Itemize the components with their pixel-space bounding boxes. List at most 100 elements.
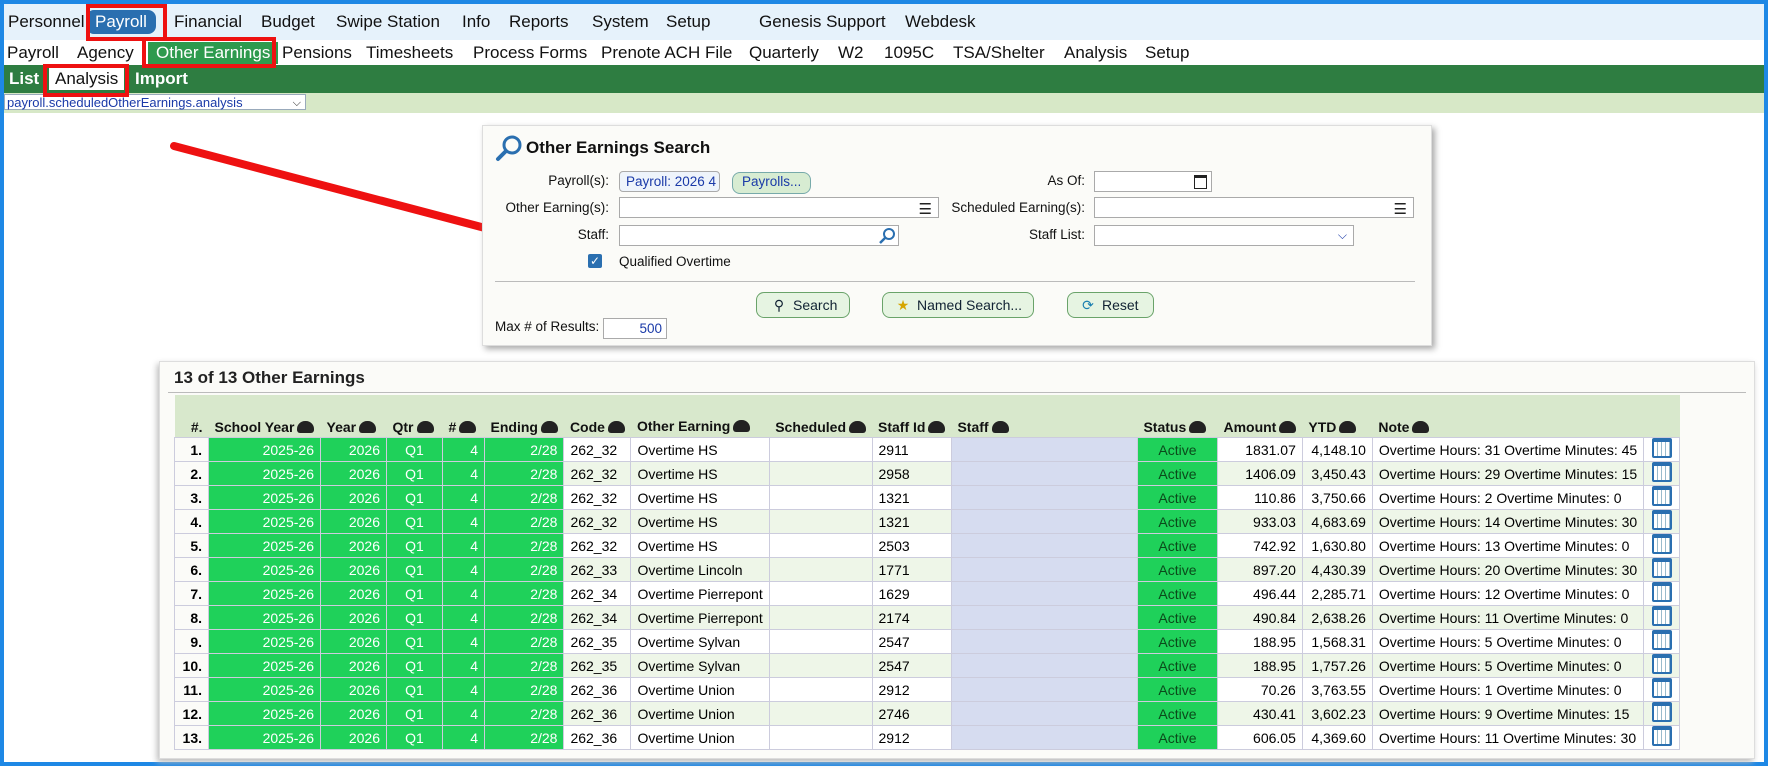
sort-icon[interactable]: [928, 421, 946, 433]
subnav-prenote-ach-file[interactable]: Prenote ACH File: [601, 43, 732, 63]
subnav-setup[interactable]: Setup: [1145, 43, 1189, 63]
calendar-grid-icon[interactable]: [1651, 702, 1672, 722]
subnav-other-earnings[interactable]: Other Earnings: [148, 42, 279, 64]
table-row[interactable]: 11. 2025-26 2026 Q1 4 2/28 262_36 Overtime Unio…: [174, 677, 1681, 702]
nav-payroll[interactable]: Payroll: [86, 10, 156, 34]
subnav-timesheets[interactable]: Timesheets: [366, 43, 453, 63]
tab-import[interactable]: Import: [135, 69, 188, 89]
staff-field[interactable]: [619, 225, 899, 246]
nav-info[interactable]: Info: [462, 12, 490, 32]
calendar-icon[interactable]: [1194, 175, 1207, 189]
col-code[interactable]: Code: [563, 395, 631, 438]
nav-system[interactable]: System: [592, 12, 649, 32]
scheduled-earnings-field[interactable]: ☰: [1094, 197, 1414, 218]
other-earnings-field[interactable]: ☰: [619, 197, 939, 218]
subnav-process-forms[interactable]: Process Forms: [473, 43, 587, 63]
table-row[interactable]: 1. 2025-26 2026 Q1 4 2/28 262_32 Overtime HS 291…: [174, 437, 1681, 462]
staff-list-select[interactable]: ⌵: [1094, 225, 1354, 246]
sort-icon[interactable]: [1279, 421, 1297, 433]
calendar-grid-icon[interactable]: [1651, 606, 1672, 626]
calendar-grid-icon[interactable]: [1651, 558, 1672, 578]
note-cell: Overtime Hours: 13 Overtime Minutes: 0: [1371, 533, 1645, 558]
page-path-select[interactable]: payroll.scheduledOtherEarnings.analysis …: [4, 94, 306, 110]
sort-icon[interactable]: [1412, 421, 1430, 433]
col-ending[interactable]: Ending: [484, 395, 564, 438]
col-amount[interactable]: Amount: [1217, 395, 1303, 438]
calendar-grid-icon[interactable]: [1651, 510, 1672, 530]
qualified-overtime-checkbox[interactable]: ✓: [588, 254, 602, 268]
calendar-grid-icon[interactable]: [1651, 438, 1672, 458]
calendar-grid-icon[interactable]: [1651, 582, 1672, 602]
subnav-tsa-shelter[interactable]: TSA/Shelter: [953, 43, 1045, 63]
subnav-quarterly[interactable]: Quarterly: [749, 43, 819, 63]
calendar-grid-icon[interactable]: [1651, 462, 1672, 482]
col-other-earning[interactable]: Other Earning: [630, 395, 770, 438]
subnav-payroll[interactable]: Payroll: [7, 43, 59, 63]
col-note[interactable]: Note: [1372, 395, 1644, 438]
col-staff[interactable]: Staff: [951, 395, 1138, 438]
subnav-pensions[interactable]: Pensions: [282, 43, 352, 63]
search-button[interactable]: ⚲ Search: [756, 292, 850, 318]
calendar-grid-icon[interactable]: [1651, 726, 1672, 746]
calendar-grid-icon[interactable]: [1651, 630, 1672, 650]
col-number[interactable]: #: [442, 395, 485, 438]
payrolls-value[interactable]: Payroll: 2026 4: [619, 171, 720, 192]
sort-icon[interactable]: [849, 421, 867, 433]
subnav-w2[interactable]: W2: [838, 43, 864, 63]
calendar-grid-icon[interactable]: [1651, 654, 1672, 674]
col-school-year[interactable]: School Year: [208, 395, 321, 438]
sort-icon[interactable]: [991, 421, 1009, 433]
table-row[interactable]: 7. 2025-26 2026 Q1 4 2/28 262_34 Overtime Pierr…: [174, 581, 1681, 606]
search-icon[interactable]: [878, 227, 896, 245]
sort-icon[interactable]: [459, 421, 477, 433]
nav-budget[interactable]: Budget: [261, 12, 315, 32]
list-icon[interactable]: ☰: [919, 200, 932, 219]
nav-setup[interactable]: Setup: [666, 12, 710, 32]
sort-icon[interactable]: [416, 421, 434, 433]
subnav-1095c[interactable]: 1095C: [884, 43, 934, 63]
tab-analysis[interactable]: Analysis: [49, 68, 125, 90]
payroll-number-cell: 4: [442, 629, 485, 654]
nav-reports[interactable]: Reports: [509, 12, 569, 32]
table-row[interactable]: 5. 2025-26 2026 Q1 4 2/28 262_32 Overtime HS 250…: [174, 533, 1681, 558]
subnav-agency[interactable]: Agency: [77, 43, 134, 63]
list-icon[interactable]: ☰: [1394, 200, 1407, 219]
sort-icon[interactable]: [1339, 421, 1357, 433]
table-row[interactable]: 8. 2025-26 2026 Q1 4 2/28 262_34 Overtime Pierr…: [174, 605, 1681, 630]
table-row[interactable]: 3. 2025-26 2026 Q1 4 2/28 262_32 Overtime HS 132…: [174, 485, 1681, 510]
nav-swipe-station[interactable]: Swipe Station: [336, 12, 440, 32]
calendar-grid-icon[interactable]: [1651, 678, 1672, 698]
table-row[interactable]: 6. 2025-26 2026 Q1 4 2/28 262_33 Overtime Linco…: [174, 557, 1681, 582]
calendar-grid-icon[interactable]: [1651, 534, 1672, 554]
col-year[interactable]: Year: [320, 395, 387, 438]
table-row[interactable]: 10. 2025-26 2026 Q1 4 2/28 262_35 Overtime Sylv…: [174, 653, 1681, 678]
col-staff-id[interactable]: Staff Id: [872, 395, 952, 438]
col-qtr[interactable]: Qtr: [386, 395, 443, 438]
max-results-field[interactable]: 500: [603, 318, 667, 339]
table-row[interactable]: 2. 2025-26 2026 Q1 4 2/28 262_32 Overtime HS 295…: [174, 461, 1681, 486]
table-row[interactable]: 9. 2025-26 2026 Q1 4 2/28 262_35 Overtime Sylva…: [174, 629, 1681, 654]
tab-list[interactable]: List: [9, 69, 39, 89]
nav-personnel[interactable]: Personnel: [8, 12, 85, 32]
table-row[interactable]: 4. 2025-26 2026 Q1 4 2/28 262_32 Overtime HS 132…: [174, 509, 1681, 534]
calendar-grid-icon[interactable]: [1651, 486, 1672, 506]
sort-icon[interactable]: [733, 420, 751, 432]
sort-icon[interactable]: [607, 421, 625, 433]
sort-icon[interactable]: [359, 421, 377, 433]
col-scheduled[interactable]: Scheduled: [769, 395, 873, 438]
sort-icon[interactable]: [1189, 421, 1207, 433]
named-search-button[interactable]: ★ Named Search...: [882, 292, 1034, 318]
nav-financial[interactable]: Financial: [174, 12, 242, 32]
col-ytd[interactable]: YTD: [1302, 395, 1373, 438]
as-of-date-field[interactable]: [1094, 171, 1212, 192]
table-row[interactable]: 12. 2025-26 2026 Q1 4 2/28 262_36 Overtime Unio…: [174, 701, 1681, 726]
sort-icon[interactable]: [297, 421, 315, 433]
col-status[interactable]: Status: [1137, 395, 1218, 438]
reset-button[interactable]: ⟳ Reset: [1067, 292, 1154, 318]
table-row[interactable]: 13. 2025-26 2026 Q1 4 2/28 262_36 Overtime Unio…: [174, 725, 1681, 750]
nav-webdesk[interactable]: Webdesk: [905, 12, 976, 32]
nav-genesis-support[interactable]: Genesis Support: [759, 12, 886, 32]
payrolls-button[interactable]: Payrolls...: [732, 172, 812, 194]
sort-icon[interactable]: [540, 421, 558, 433]
subnav-analysis[interactable]: Analysis: [1064, 43, 1127, 63]
